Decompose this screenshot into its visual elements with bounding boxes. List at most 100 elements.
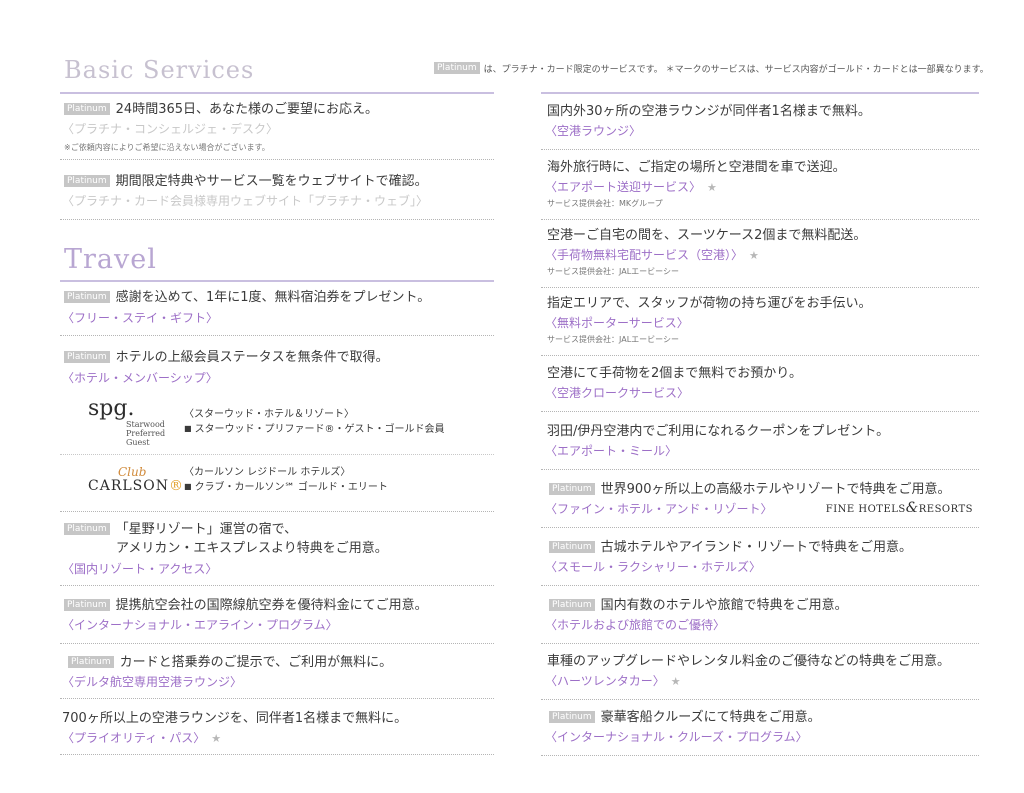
divider	[541, 219, 979, 220]
travel-item-resort-access: Platinum 「星野リゾート」運営の宿で、 アメリカン・エキスプレスより特典を…	[60, 518, 494, 586]
item-text: 空港ーご自宅の間を、スーツケース2個まで無料配送。	[547, 228, 867, 243]
item-text: 海外旅行時に、ご指定の場所と空港間を車で送迎。	[547, 160, 846, 175]
service-name: 〈ホテル・メンバーシップ〉	[62, 371, 218, 385]
service-name: 〈ホテルおよび旅館でのご優待〉	[545, 618, 726, 632]
platinum-badge: Platinum	[549, 599, 595, 611]
service-name: 〈エアポート送迎サービス〉	[545, 180, 702, 194]
travel-item-airport-meal: 羽田/伊丹空港内でご利用になれるクーポンをプレゼント。 〈エアポート・ミール〉	[541, 418, 979, 470]
platinum-badge: Platinum	[64, 291, 110, 303]
divider	[60, 511, 494, 512]
brand-program: クラブ・カールソン℠ ゴールド・エリート	[194, 482, 388, 493]
platinum-badge: Platinum	[68, 656, 114, 668]
travel-item-priority-pass: 700ヶ所以上の空港ラウンジを、同伴者1名様まで無料に。 〈プライオリティ・パス…	[60, 707, 494, 755]
platinum-badge: Platinum	[64, 103, 110, 115]
service-name: 〈空港ラウンジ〉	[545, 124, 642, 138]
travel-rule	[60, 280, 494, 282]
service-name: 〈インターナショナル・エアライン・プログラム〉	[62, 618, 338, 632]
item-text: 期間限定特典やサービス一覧をウェブサイトで確認。	[115, 174, 428, 189]
service-name: 〈手荷物無料宅配サービス（空港）〉	[545, 248, 744, 262]
travel-item-delta-lounge: Platinum カードと搭乗券のご提示で、ご利用が無料に。 〈デルタ航空専用空港…	[60, 651, 494, 699]
star-icon: ★	[749, 249, 759, 262]
item-text: 24時間365日、あなた様のご要望にお応え。	[115, 102, 379, 117]
divider	[541, 585, 979, 586]
item-text: 世界900ヶ所以上の高級ホテルやリゾートで特典をご用意。	[600, 482, 951, 497]
divider	[541, 643, 979, 644]
service-name: 〈無料ポーターサービス〉	[545, 316, 689, 330]
right-top-rule	[541, 92, 979, 94]
brand-spg: spg. Starwood Preferred Guest 〈スターウッド・ホテ…	[60, 398, 494, 448]
basic-services-title: Basic Services	[64, 56, 255, 84]
brand-program: スターウッド・プリファード®・ゲスト・ゴールド会員	[194, 424, 445, 435]
platinum-badge: Platinum	[64, 175, 110, 187]
travel-item-small-luxury: Platinum 古城ホテルやアイランド・リゾートで特典をご用意。 〈スモール・ラ…	[541, 534, 979, 586]
service-name: 〈ハーツレンタカー〉	[545, 674, 665, 688]
service-name: 〈ファイン・ホテル・アンド・リゾート〉	[545, 502, 773, 516]
divider	[60, 159, 494, 160]
item-text: 豪華客船クルーズにて特典をご用意。	[600, 710, 821, 725]
divider	[541, 287, 979, 288]
brand-name: 〈カールソン レジドール ホテルズ〉	[184, 467, 351, 478]
divider	[60, 754, 494, 755]
basic-item-concierge: Platinum 24時間365日、あなた様のご要望にお応え。 〈プラチナ・コンシ…	[60, 98, 494, 160]
service-name: 〈スモール・ラクシャリー・ホテルズ〉	[545, 560, 762, 574]
travel-item-cloak: 空港にて手荷物を2個まで無料でお預かり。 〈空港クロークサービス〉	[541, 360, 979, 412]
left-column: Basic Services Platinum 24時間365日、あなた様のご要望…	[60, 0, 494, 793]
provider-note: サービス提供会社：MKグループ	[547, 199, 663, 208]
divider	[60, 335, 494, 336]
fine-hotels-logo: FINE HOTELS&RESORTS	[825, 500, 973, 516]
item-note: ※ご依頼内容によりご希望に沿えない場合がございます。	[64, 143, 270, 152]
divider	[541, 469, 979, 470]
divider	[60, 643, 494, 644]
basic-item-website: Platinum 期間限定特典やサービス一覧をウェブサイトで確認。 〈プラチナ・カ…	[60, 170, 494, 220]
service-name: 〈インターナショナル・クルーズ・プログラム〉	[545, 730, 808, 744]
platinum-badge: Platinum	[64, 523, 110, 535]
travel-item-baggage-delivery: 空港ーご自宅の間を、スーツケース2個まで無料配送。 〈手荷物無料宅配サービス（空…	[541, 222, 979, 288]
provider-note: サービス提供会社：JALエービーシー	[547, 267, 679, 276]
item-text: 国内外30ヶ所の空港ラウンジが同伴者1名様まで無料。	[547, 104, 871, 119]
platinum-badge: Platinum	[549, 541, 595, 553]
travel-item-porter: 指定エリアで、スタッフが荷物の持ち運びをお手伝い。 〈無料ポーターサービス〉 サ…	[541, 290, 979, 356]
service-name: 〈エアポート・ミール〉	[545, 444, 678, 458]
bullet-icon: ■	[184, 482, 192, 491]
brand-divider	[60, 454, 494, 455]
travel-item-hertz: 車種のアップグレードやレンタル料金のご優待などの特典をご用意。 〈ハーツレンタカ…	[541, 648, 979, 700]
item-text: 羽田/伊丹空港内でご利用になれるクーポンをプレゼント。	[547, 424, 890, 439]
service-name: 〈デルタ航空専用空港ラウンジ〉	[62, 675, 243, 689]
service-name: 〈国内リゾート・アクセス〉	[62, 562, 218, 576]
item-text: カードと搭乗券のご提示で、ご利用が無料に。	[119, 655, 393, 670]
brand-name: 〈スターウッド・ホテル＆リゾート〉	[184, 409, 354, 420]
star-icon: ★	[670, 675, 681, 688]
carlson-logo: Club CARLSON®	[88, 465, 184, 494]
platinum-badge: Platinum	[549, 711, 595, 723]
item-text: 古城ホテルやアイランド・リゾートで特典をご用意。	[600, 540, 913, 555]
platinum-badge: Platinum	[549, 483, 595, 495]
service-name: 〈プラチナ・カード会員様専用ウェブサイト「プラチナ・ウェブ」〉	[62, 194, 429, 208]
divider	[60, 219, 494, 220]
service-name: 〈プライオリティ・パス〉	[62, 731, 206, 745]
item-text: 700ヶ所以上の空港ラウンジを、同伴者1名様まで無料に。	[62, 711, 408, 726]
travel-item-cruise: Platinum 豪華客船クルーズにて特典をご用意。 〈インターナショナル・クルー…	[541, 704, 979, 756]
item-text: ホテルの上級会員ステータスを無条件で取得。	[115, 350, 389, 365]
divider	[541, 527, 979, 528]
item-text: 指定エリアで、スタッフが荷物の持ち運びをお手伝い。	[547, 296, 872, 311]
travel-item-ryokan: Platinum 国内有数のホテルや旅館で特典をご用意。 〈ホテルおよび旅館でのご…	[541, 592, 979, 644]
travel-item-fine-hotels: Platinum 世界900ヶ所以上の高級ホテルやリゾートで特典をご用意。 〈ファ…	[541, 476, 979, 528]
travel-item-airport-lounge: 国内外30ヶ所の空港ラウンジが同伴者1名様まで無料。 〈空港ラウンジ〉	[541, 98, 979, 150]
basic-services-rule	[60, 92, 494, 94]
divider	[541, 149, 979, 150]
service-name: 〈空港クロークサービス〉	[545, 386, 690, 400]
item-text: 感謝を込めて、1年に1度、無料宿泊券をプレゼント。	[115, 290, 431, 305]
item-text: 国内有数のホテルや旅館で特典をご用意。	[600, 598, 848, 613]
item-text-line1: 「星野リゾート」運営の宿で、	[115, 522, 298, 537]
item-text: 提携航空会社の国際線航空券を優待料金にてご用意。	[115, 598, 428, 613]
divider	[541, 411, 979, 412]
divider	[60, 585, 494, 586]
travel-item-free-stay: Platinum 感謝を込めて、1年に1度、無料宿泊券をプレゼント。 〈フリー・ス…	[60, 286, 494, 336]
divider	[541, 355, 979, 356]
right-column: 国内外30ヶ所の空港ラウンジが同伴者1名様まで無料。 〈空港ラウンジ〉 海外旅行…	[541, 0, 979, 793]
star-icon: ★	[707, 181, 717, 194]
travel-item-airline-program: Platinum 提携航空会社の国際線航空券を優待料金にてご用意。 〈インターナシ…	[60, 594, 494, 644]
provider-note: サービス提供会社：JALエービーシー	[547, 335, 679, 344]
divider	[541, 755, 979, 756]
item-text: 車種のアップグレードやレンタル料金のご優待などの特典をご用意。	[547, 654, 951, 669]
